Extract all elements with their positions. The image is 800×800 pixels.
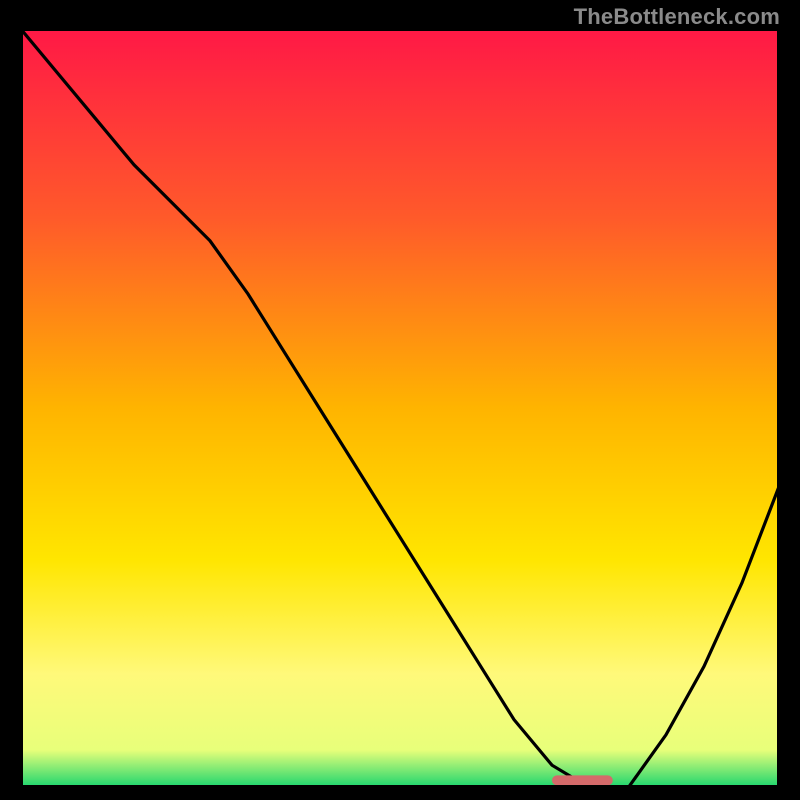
watermark-text: TheBottleneck.com: [574, 4, 780, 30]
chart-gradient-bg: [20, 28, 780, 788]
chart-frame: [20, 28, 780, 788]
chart-svg: [20, 28, 780, 788]
optimal-marker: [552, 775, 613, 785]
